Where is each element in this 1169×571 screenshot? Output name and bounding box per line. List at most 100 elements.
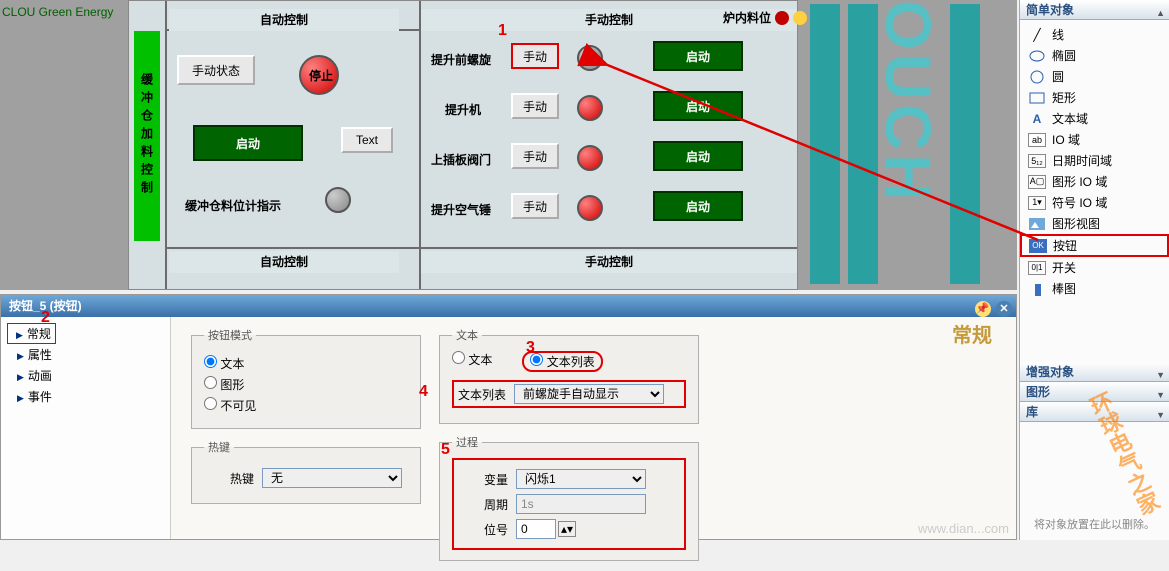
row-manual-button[interactable]: 手动 [511, 93, 559, 119]
process-group: 过程 变量 闪烁1 周期 位号 [439, 434, 699, 561]
circle-icon [1028, 70, 1046, 84]
gfxio-icon: A▢ [1028, 175, 1046, 189]
annot-4: 4 [419, 383, 428, 401]
zone-header-auto: 自动控制 [169, 9, 399, 31]
separator [165, 247, 797, 249]
mode-text-radio[interactable]: 文本 [204, 355, 408, 372]
row-start-button[interactable]: 启动 [653, 91, 743, 121]
tool-switch[interactable]: 0|1开关 [1020, 257, 1169, 278]
tool-gfxview[interactable]: 图形视图 [1020, 213, 1169, 234]
textlist-select[interactable]: 前螺旋手自动显示 [514, 384, 664, 404]
hmi-panel: 缓冲仓加料控制 自动控制 手动控制 炉内料位 手动状态 停止 启动 Text 缓… [128, 0, 798, 290]
tool-line[interactable]: ╱线 [1020, 24, 1169, 45]
button-mode-group: 按钮模式 文本 图形 不可见 [191, 327, 421, 429]
deco-bar [810, 4, 840, 284]
brand-text: CLOU Green Energy [2, 5, 113, 19]
separator [419, 1, 421, 289]
text-button[interactable]: Text [341, 127, 393, 153]
close-icon[interactable]: ✕ [996, 301, 1012, 317]
io-icon: ab [1028, 133, 1046, 147]
section-side-label: 缓冲仓加料控制 [134, 31, 160, 241]
tool-iofield[interactable]: abIO 域 [1020, 129, 1169, 150]
var-label: 变量 [458, 471, 508, 488]
tool-rect[interactable]: 矩形 [1020, 87, 1169, 108]
row-lamp [577, 145, 603, 171]
pin-icon[interactable]: 📌 [975, 301, 991, 317]
row-start-button[interactable]: 启动 [653, 191, 743, 221]
bit-field[interactable] [516, 519, 556, 539]
var-select[interactable]: 闪烁1 [516, 469, 646, 489]
mode-gfx-radio[interactable]: 图形 [204, 376, 408, 393]
row-label: 提升机 [445, 101, 481, 118]
row-lamp [577, 45, 603, 71]
row-start-button[interactable]: 启动 [653, 41, 743, 71]
group-legend: 文本 [452, 327, 482, 343]
line-icon: ╱ [1028, 28, 1046, 42]
level-lamp [325, 187, 351, 213]
level-label: 缓冲仓料位计指示 [185, 197, 281, 214]
bar-icon [1028, 282, 1046, 296]
tree-node-anim[interactable]: 动画 [7, 365, 164, 386]
manual-status-button[interactable]: 手动状态 [177, 55, 255, 85]
property-title-bar: 按钮_5 (按钮) 📌 ✕ [1, 295, 1016, 317]
text-icon: A [1028, 112, 1046, 126]
text-radio[interactable]: 文本 [452, 351, 492, 372]
tool-circle[interactable]: 圆 [1020, 66, 1169, 87]
row-label: 上插板阀门 [431, 151, 491, 168]
design-canvas: CLOU Green Energy OUCH 缓冲仓加料控制 自动控制 手动控制… [0, 0, 1017, 290]
row-start-button[interactable]: 启动 [653, 141, 743, 171]
row-lamp [577, 95, 603, 121]
property-heading: 常规 [952, 319, 992, 348]
tool-ellipse[interactable]: 椭圆 [1020, 45, 1169, 66]
selected-manual-button[interactable]: 手动 [511, 43, 559, 69]
zone-header-label: 手动控制 [585, 13, 633, 27]
tree-node-props[interactable]: 属性 [7, 344, 164, 365]
hotkey-label: 热键 [204, 470, 254, 487]
row-lamp [577, 195, 603, 221]
mode-invis-radio[interactable]: 不可见 [204, 397, 408, 414]
chevron-icon: ▲ [1156, 3, 1165, 23]
bit-label: 位号 [458, 521, 508, 538]
group-legend: 过程 [452, 434, 482, 450]
hotkey-select[interactable]: 无 [262, 468, 402, 488]
lamp-icon [793, 11, 807, 25]
rect-icon [1028, 91, 1046, 105]
tool-bar[interactable]: 棒图 [1020, 278, 1169, 299]
tool-gfxio[interactable]: A▢图形 IO 域 [1020, 171, 1169, 192]
row-manual-button[interactable]: 手动 [511, 143, 559, 169]
row-label: 提升空气锤 [431, 201, 491, 218]
tool-symbolio[interactable]: 1▾符号 IO 域 [1020, 192, 1169, 213]
chevron-icon: ▼ [1156, 405, 1165, 425]
property-pane: 按钮_5 (按钮) 📌 ✕ 常规 属性 动画 事件 常规 按钮模式 文本 图形 [0, 294, 1017, 540]
toolbox-header-simple[interactable]: 简单对象▲ [1020, 0, 1169, 20]
button-icon: OK [1029, 239, 1047, 253]
gfxview-icon [1028, 217, 1046, 231]
brand-logo: CLOU Green Energy [2, 2, 122, 22]
furnace-indicator: 炉内料位 [723, 7, 807, 29]
cycle-field [516, 494, 646, 514]
annot-5: 5 [441, 441, 450, 459]
switch-icon: 0|1 [1028, 261, 1046, 275]
tree-node-events[interactable]: 事件 [7, 386, 164, 407]
tool-textfield[interactable]: A文本域 [1020, 108, 1169, 129]
property-tree: 常规 属性 动画 事件 [1, 317, 171, 539]
auto-start-button[interactable]: 启动 [193, 125, 303, 161]
group-legend: 按钮模式 [204, 327, 256, 343]
tool-button[interactable]: OK按钮 [1020, 234, 1169, 257]
separator [165, 1, 167, 289]
furnace-label: 炉内料位 [723, 7, 771, 29]
spinner-icon[interactable]: ▴▾ [558, 521, 576, 537]
ellipse-icon [1028, 49, 1046, 63]
zone-header-manual: 手动控制 [421, 251, 797, 273]
cycle-label: 周期 [458, 496, 508, 513]
annot-1: 1 [498, 22, 507, 40]
watermark-url: www.dian...com [918, 521, 1009, 536]
toolbox-drop-hint: 将对象放置在此以删除。 [1026, 516, 1163, 532]
tool-datetime[interactable]: 5₁₂日期时间域 [1020, 150, 1169, 171]
zone-header-auto: 自动控制 [169, 251, 399, 273]
textlist-label: 文本列表 [456, 386, 506, 403]
row-manual-button[interactable]: 手动 [511, 193, 559, 219]
toolbox-header-enh[interactable]: 增强对象▼ [1020, 362, 1169, 382]
property-form: 常规 按钮模式 文本 图形 不可见 热键 热键 [171, 317, 1016, 539]
toolbox-panel: 简单对象▲ ╱线 椭圆 圆 矩形 A文本域 abIO 域 5₁₂日期时间域 A▢… [1019, 0, 1169, 540]
